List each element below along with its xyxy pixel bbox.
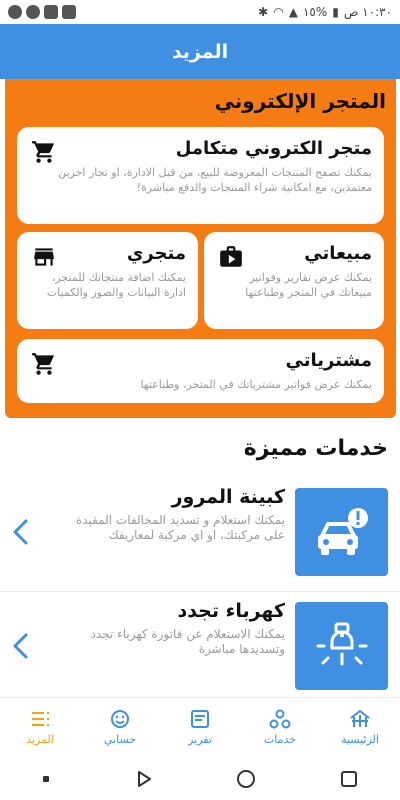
status-bar: ✱ ◠ ▲ ١٥% ▮ ١٠:٣٠ ص [0,0,400,24]
menu-dot-icon[interactable] [41,774,51,784]
home-icon [350,710,370,727]
account-icon [111,710,129,728]
battery-icon: ▮ [332,5,339,19]
telegram-icon [62,5,76,19]
nav-label: المزيد [26,733,54,746]
card-description: يمكنك تصفح المنتجات المعروضة للبيع، من ق… [58,166,372,194]
home-button-icon[interactable] [236,769,256,789]
bluetooth-icon: ✱ [258,5,269,19]
card-description: يمكنك عرض تقارير وفواتير مبيعاتك في المت… [245,271,372,299]
cart-icon [32,353,55,375]
back-icon[interactable] [134,769,154,789]
nav-item-report[interactable]: تقرير [160,698,240,757]
report-icon [191,710,209,728]
nav-item-account[interactable]: حسابي [80,698,160,757]
service-description: يمكنك الاستعلام عن فاتورة كهرباء تجدد وت… [90,627,285,656]
card-description: يمكنك عرض فواتير مشترياتك في المتجر، وطب… [140,378,372,391]
nav-item-services[interactable]: خدمات [240,698,320,757]
featured-section-title: خدمات مميزة [243,436,388,461]
system-navigation [0,757,400,800]
chevron-left-icon[interactable] [10,632,32,660]
app-bar: المزيد [0,24,400,79]
recents-icon[interactable] [339,769,359,789]
store-card-sales[interactable]: مبيعاتي يمكنك عرض تقارير وفواتير مبيعاتك… [204,232,384,329]
battery-level: ١٥% [302,5,328,19]
service-item-traffic[interactable]: كبينة المرور يمكنك استعلام و تسديد المخا… [0,486,400,592]
chevron-left-icon[interactable] [10,518,32,546]
card-title: مشترياتي [285,350,373,371]
nav-label: تقرير [188,733,212,746]
divider [0,591,400,592]
skype-icon [26,5,40,19]
service-item-electricity[interactable]: كهرباء تجدد يمكنك الاستعلام عن فاتورة كه… [0,600,400,706]
nav-label: خدمات [263,733,297,746]
menu-icon [32,712,49,726]
store-card-mystore[interactable]: متجري يمكنك اضافة منتجاتك للمتجر، ادارة … [17,232,198,329]
wifi-icon: ◠ [273,5,284,19]
store-panel: المتجر الإلكتروني متجر الكتروني متكامل ي… [5,79,396,418]
lightbulb-icon [316,622,367,666]
service-thumbnail [295,602,388,690]
image-icon [44,5,58,19]
briefcase-icon [220,246,242,267]
status-system: ✱ ◠ ▲ ١٥% ▮ ١٠:٣٠ ص [258,5,392,19]
nav-item-more[interactable]: المزيد [0,698,80,757]
page-title: المزيد [171,40,229,63]
status-notifications [8,5,76,19]
card-description: يمكنك اضافة منتجاتك للمتجر، ادارة البيان… [46,271,186,299]
signal-icon: ▲ [288,5,298,19]
card-title: متجر الكتروني متكامل [175,138,372,159]
whatsapp-icon [8,5,22,19]
storefront-icon [34,248,54,266]
service-thumbnail [295,488,388,576]
nav-label: حسابي [103,733,137,746]
clock: ١٠:٣٠ ص [343,5,392,19]
store-card-purchases[interactable]: مشترياتي يمكنك عرض فواتير مشترياتك في ال… [17,339,384,403]
service-description: يمكنك استعلام و تسديد المخالفات المقيدة … [75,513,285,542]
bottom-navigation: الرئيسية خدمات تقرير حسابي المزيد [0,697,400,757]
store-section-title: المتجر الإلكتروني [214,89,386,113]
cart-icon [32,141,55,163]
services-icon [269,709,291,729]
nav-item-home[interactable]: الرئيسية [320,698,400,757]
car-alert-icon [317,508,368,555]
service-title: كهرباء تجدد [177,600,285,622]
service-title: كبينة المرور [171,486,285,508]
store-card-full[interactable]: متجر الكتروني متكامل يمكنك تصفح المنتجات… [17,127,384,224]
nav-label: الرئيسية [341,733,379,746]
